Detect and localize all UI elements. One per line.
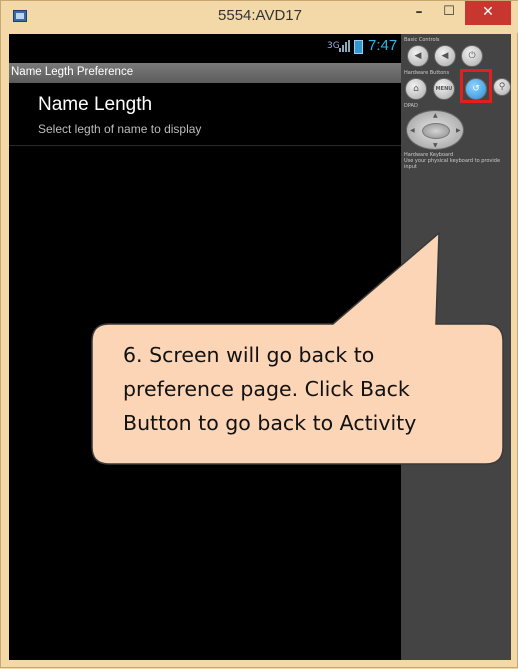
title-bar[interactable]: 5554:AVD17 – ☐ ✕ (1, 1, 518, 33)
hardware-buttons-label: Hardware Buttons (404, 70, 450, 76)
action-bar: Name Legth Preference (9, 63, 401, 83)
preference-name-length[interactable]: Name Length Select legth of name to disp… (9, 84, 401, 146)
callout-line-2: preference page. Click Back (123, 377, 410, 401)
volume-down-button[interactable]: ◀ (407, 45, 429, 67)
network-type: 3G (327, 41, 340, 51)
maximize-button[interactable]: ☐ (435, 1, 463, 25)
close-button[interactable]: ✕ (465, 1, 511, 25)
preference-summary: Select legth of name to display (38, 122, 202, 136)
signal-icon (339, 40, 351, 52)
hardware-keyboard-hint: Use your physical keyboard to provide in… (404, 158, 501, 170)
search-icon[interactable]: ⚲ (493, 78, 511, 96)
minimize-button[interactable]: – (405, 1, 433, 25)
volume-up-button[interactable]: ◀ (434, 45, 456, 67)
power-button[interactable]: ⏻ (461, 45, 483, 67)
preference-title: Name Length (38, 94, 153, 115)
callout-line-3: Button to go back to Activity (123, 411, 417, 435)
basic-controls-label: Basic Controls (404, 37, 440, 43)
back-button-highlight (460, 69, 492, 103)
battery-icon (354, 40, 363, 54)
home-icon[interactable]: ⌂ (405, 78, 427, 100)
dpad-label: DPAD (404, 103, 418, 109)
callout-line-1: 6. Screen will go back to (123, 343, 375, 367)
callout-text: 6. Screen will go back to preference pag… (123, 338, 493, 440)
emulator-window: 5554:AVD17 – ☐ ✕ 3G 7:47 Name Legth Pref… (0, 0, 518, 668)
status-bar: 3G 7:47 (9, 34, 401, 59)
dpad-control[interactable]: ▲ ▼ ◀ ▶ (406, 110, 464, 150)
status-clock: 7:47 (368, 37, 398, 54)
action-bar-title: Name Legth Preference (11, 66, 134, 78)
menu-button[interactable]: MENU (433, 78, 455, 100)
dpad-center-button[interactable] (422, 123, 450, 139)
